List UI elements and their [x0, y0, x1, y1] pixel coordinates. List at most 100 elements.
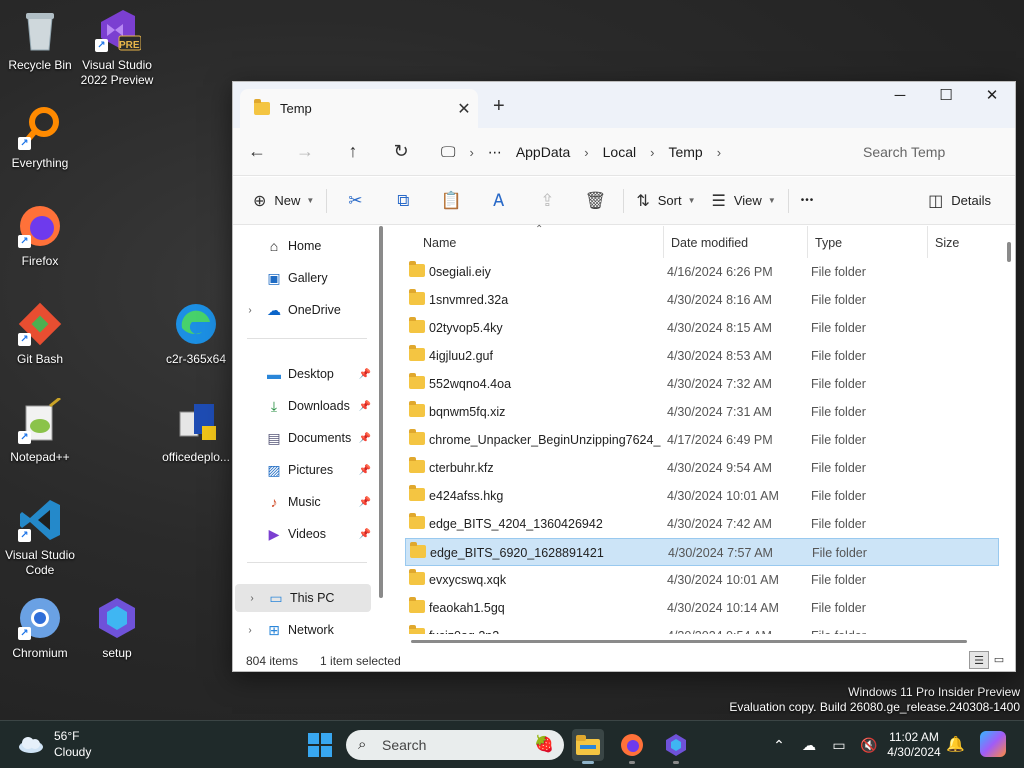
display-icon[interactable]: ▭ [824, 737, 854, 754]
table-row[interactable]: chrome_Unpacker_BeginUnzipping7624_... 4/… [405, 426, 999, 454]
delete-button[interactable]: 🗑 [571, 191, 619, 211]
pin-icon[interactable]: 📌 [359, 433, 371, 444]
share-button[interactable]: ⇪ [523, 191, 571, 211]
table-row[interactable]: 0segiali.eiy 4/16/2024 6:26 PM File folder [405, 258, 999, 286]
sort-button[interactable]: ⇅ Sort ▼ [628, 185, 703, 217]
refresh-button[interactable]: ↻ [377, 141, 425, 162]
taskbar-search[interactable]: ⌕ Search 🍓 [346, 730, 564, 760]
file-date: 4/30/2024 10:14 AM [667, 601, 779, 615]
nav-item-videos[interactable]: ▶ Videos 📌 [233, 520, 371, 548]
close-window-button[interactable]: ✕ [969, 82, 1015, 112]
taskbar-setup[interactable] [660, 729, 692, 764]
large-icons-view-icon[interactable]: ▭ [989, 651, 1009, 669]
breadcrumb-more[interactable]: ⋯ [488, 144, 502, 161]
cut-button[interactable]: ✂ [331, 191, 379, 211]
breadcrumb[interactable]: 🖵 › ⋯ AppData › Local › Temp › [441, 128, 823, 176]
chevron-right-icon[interactable]: › [233, 305, 265, 316]
desktop-icon-everything[interactable]: ↗ Everything [0, 104, 80, 171]
desktop-icon-recycle-bin[interactable]: Recycle Bin [0, 6, 80, 73]
close-tab-icon[interactable]: ✕ [450, 99, 478, 119]
table-row[interactable]: 1snvmred.32a 4/30/2024 8:16 AM File folder [405, 286, 999, 314]
pin-icon[interactable]: 📌 [359, 529, 371, 540]
copilot-icon[interactable] [980, 731, 1006, 757]
minimize-button[interactable]: ─ [877, 82, 923, 112]
table-row[interactable]: 4igjluu2.guf 4/30/2024 8:53 AM File folder [405, 342, 999, 370]
details-view-icon[interactable]: ☰ [969, 651, 989, 669]
pin-icon[interactable]: 📌 [359, 369, 371, 380]
breadcrumb-appdata[interactable]: AppData [516, 144, 570, 160]
weather-widget[interactable]: 56°F Cloudy [18, 728, 91, 760]
pin-icon[interactable]: 📌 [359, 401, 371, 412]
pin-icon[interactable]: 📌 [359, 465, 371, 476]
table-row-selected[interactable]: edge_BITS_6920_1628891421 4/30/2024 7:57 … [405, 538, 999, 566]
taskbar-file-explorer[interactable] [572, 729, 604, 764]
back-button[interactable]: ← [233, 141, 281, 162]
chevron-right-icon[interactable]: › [469, 145, 473, 160]
chevron-right-icon[interactable]: › [233, 625, 265, 636]
pin-icon[interactable]: 📌 [359, 497, 371, 508]
new-tab-button[interactable]: + [493, 95, 505, 118]
chevron-right-icon[interactable]: › [717, 145, 721, 160]
table-row[interactable]: 552wqno4.4oa 4/30/2024 7:32 AM File folder [405, 370, 999, 398]
desktop-icon-notepad-plus-plus[interactable]: ↗ Notepad++ [0, 396, 80, 465]
nav-item-onedrive[interactable]: › ☁ OneDrive [233, 296, 371, 324]
table-row[interactable]: feaokah1.5gq 4/30/2024 10:14 AM File folde… [405, 594, 999, 622]
details-button[interactable]: ◫ Details [920, 185, 999, 217]
rename-button[interactable]: Ꭺ [475, 191, 523, 211]
clock[interactable]: 11:02 AM 4/30/2024 [884, 730, 944, 760]
title-bar[interactable]: Temp ✕ + ─ ☐ ✕ [233, 82, 1015, 128]
chevron-right-icon[interactable]: › [650, 145, 654, 160]
tab-temp[interactable]: Temp ✕ [240, 89, 478, 128]
table-row[interactable]: 02tyvop5.4ky 4/30/2024 8:15 AM File folder [405, 314, 999, 342]
vertical-scrollbar[interactable] [1007, 242, 1011, 262]
copy-button[interactable]: ⧉ [379, 191, 427, 211]
cloud-offline-icon[interactable]: ☁ [794, 737, 824, 754]
table-row[interactable]: e424afss.hkg 4/30/2024 10:01 AM File folde… [405, 482, 999, 510]
nav-pane-scrollbar[interactable] [379, 226, 383, 598]
nav-item-music[interactable]: ♪ Music 📌 [233, 488, 372, 516]
search-input[interactable]: Search Temp [847, 136, 1015, 168]
folder-icon [409, 429, 425, 448]
nav-item-desktop[interactable]: ▬ Desktop 📌 [233, 360, 371, 388]
plus-circle-icon: ⊕ [253, 192, 267, 210]
desktop-icon-git-bash[interactable]: ↗ Git Bash [0, 300, 80, 367]
chevron-right-icon[interactable]: › [235, 593, 267, 604]
table-row[interactable]: edge_BITS_4204_1360426942 4/30/2024 7:42 … [405, 510, 999, 538]
nav-item-gallery[interactable]: ▣ Gallery [233, 264, 371, 292]
table-row[interactable]: fxciz0aq.2n2 4/30/2024 9:54 AM File folder [405, 622, 999, 634]
new-button[interactable]: ⊕ New ▼ [245, 185, 322, 217]
view-button[interactable]: ☰ View ▼ [704, 185, 784, 217]
horizontal-scrollbar[interactable] [411, 640, 967, 643]
taskbar-firefox[interactable] [616, 729, 648, 764]
file-type: File folder [811, 321, 866, 335]
desktop-icon-visual-studio-preview[interactable]: PRE ↗ Visual Studio 2022 Preview [77, 6, 157, 88]
desktop-icon-c2r[interactable]: c2r-365x64 [156, 300, 236, 367]
nav-item-pictures[interactable]: ▨ Pictures 📌 [233, 456, 371, 484]
more-options-button[interactable]: ••• [793, 185, 823, 217]
desktop-icon-setup[interactable]: setup [77, 594, 157, 661]
table-row[interactable]: bqnwm5fq.xiz 4/30/2024 7:31 AM File folder [405, 398, 999, 426]
desktop-icon-vscode[interactable]: ↗ Visual Studio Code [0, 496, 80, 578]
desktop-icon-office-deploy[interactable]: officedeplo... [156, 398, 236, 465]
nav-item-documents[interactable]: ▤ Documents 📌 [233, 424, 371, 452]
chevron-up-icon[interactable]: ⌃ [764, 737, 794, 754]
nav-item-home[interactable]: ⌂ Home [233, 232, 371, 260]
breadcrumb-temp[interactable]: Temp [668, 144, 702, 160]
start-button[interactable] [308, 733, 332, 757]
desktop-icon-chromium[interactable]: ↗ Chromium [0, 594, 80, 661]
nav-item-downloads[interactable]: ⤓ Downloads 📌 [233, 392, 371, 420]
paste-button[interactable]: 📋 [427, 191, 475, 211]
maximize-button[interactable]: ☐ [923, 82, 969, 112]
nav-item-network[interactable]: › ⊞ Network [233, 616, 371, 644]
nav-item-this-pc[interactable]: › ▭ This PC [235, 584, 371, 612]
desktop-icon-firefox[interactable]: ↗ Firefox [0, 202, 80, 269]
notification-bell-icon[interactable]: 🔔 [946, 735, 965, 753]
forward-button[interactable]: → [281, 141, 329, 162]
table-row[interactable]: cterbuhr.kfz 4/30/2024 9:54 AM File folder [405, 454, 999, 482]
breadcrumb-local[interactable]: Local [603, 144, 636, 160]
this-pc-monitor-icon[interactable]: 🖵 [441, 144, 455, 161]
volume-muted-icon[interactable]: 🔇 [854, 737, 884, 754]
up-button[interactable]: ↑ [329, 141, 377, 162]
chevron-right-icon[interactable]: › [584, 145, 588, 160]
table-row[interactable]: evxycswq.xqk 4/30/2024 10:01 AM File folde… [405, 566, 999, 594]
